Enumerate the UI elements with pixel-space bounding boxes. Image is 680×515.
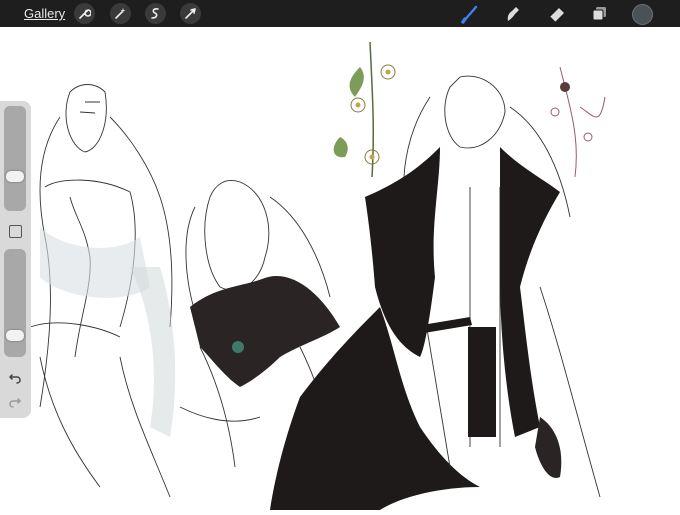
sketch-artwork [29,41,606,510]
brush-icon[interactable] [460,4,480,24]
color-swatch-button[interactable] [632,4,653,25]
opacity-slider[interactable] [4,249,26,357]
gallery-button[interactable]: Gallery [24,6,65,21]
flower-sketch [333,41,606,178]
transform-arrow-icon [185,8,196,19]
eraser-icon[interactable] [547,4,567,24]
modify-button[interactable] [9,225,22,238]
drawing-canvas[interactable] [0,27,680,510]
brush-size-knob[interactable] [6,171,24,182]
wrench-icon [79,9,91,19]
selection-button[interactable] [145,3,166,24]
smudge-icon[interactable] [503,4,523,24]
selection-icon [151,8,159,19]
magic-wand-icon [115,8,126,19]
left-sidebar [0,101,31,418]
brush-size-slider[interactable] [4,106,26,211]
actions-button[interactable] [74,3,95,24]
top-toolbar: Gallery [0,0,680,27]
opacity-knob[interactable] [6,330,24,342]
layers-icon[interactable] [589,4,609,24]
redo-icon[interactable] [8,395,22,409]
transform-button[interactable] [180,3,201,24]
undo-icon[interactable] [8,371,22,385]
adjustments-button[interactable] [110,3,131,24]
